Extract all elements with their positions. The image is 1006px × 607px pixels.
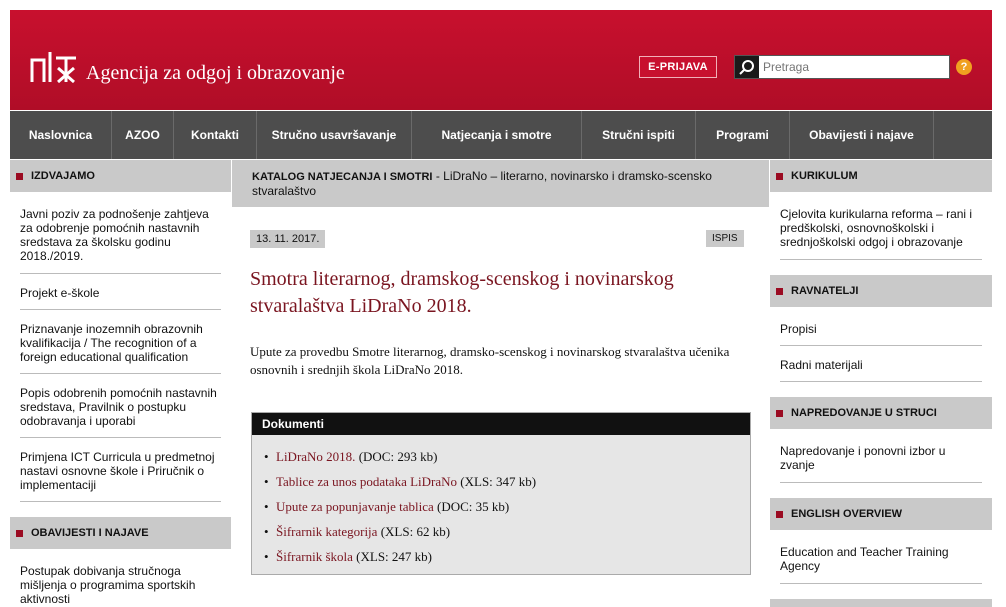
izdvajamo-item[interactable]: Projekt e-škole (20, 274, 221, 310)
document-item: • Šifrarnik kategorija (XLS: 62 kb) (264, 524, 451, 539)
nav-item-azoo[interactable]: AZOO (112, 111, 174, 159)
search-input[interactable] (761, 56, 947, 78)
ravnatelji-item[interactable]: Propisi (780, 307, 982, 346)
documents-title: Dokumenti (252, 413, 750, 435)
nav-item-strucno-usavrsavanje[interactable]: Stručno usavršavanje (257, 111, 412, 159)
square-bullet-icon (16, 529, 23, 537)
english-overview-title: ENGLISH OVERVIEW (791, 508, 903, 520)
right-sidebar: KURIKULUM Cjelovita kurikularna reforma … (770, 160, 992, 607)
agency-logo-icon[interactable] (30, 48, 78, 84)
document-meta: (DOC: 293 kb) (355, 449, 438, 464)
obavijesti-header: OBAVIJESTI I NAJAVE (10, 517, 231, 549)
square-bullet-icon (776, 409, 783, 417)
e-prijava-button[interactable]: E-PRIJAVA (639, 56, 717, 78)
napredovanje-item[interactable]: Napredovanje i ponovni izbor u zvanje (780, 429, 982, 483)
obavijesti-title: OBAVIJESTI I NAJAVE (31, 527, 149, 539)
english-overview-list: Education and Teacher Training Agency (770, 530, 992, 584)
nav-item-kontakti[interactable]: Kontakti (174, 111, 257, 159)
document-link[interactable]: Šifrarnik kategorija (276, 524, 377, 539)
breadcrumb-section[interactable]: KATALOG NATJECANJA I SMOTRI (252, 171, 432, 183)
document-item: • LiDraNo 2018. (DOC: 293 kb) (264, 449, 438, 464)
site-title[interactable]: Agencija za odgoj i obrazovanje (86, 62, 345, 85)
kurikulum-list: Cjelovita kurikularna reforma – rani i p… (770, 192, 992, 260)
kurikulum-item[interactable]: Cjelovita kurikularna reforma – rani i p… (780, 192, 982, 260)
nav-item-naslovnica[interactable]: Naslovnica (10, 111, 112, 159)
napredovanje-header: NAPREDOVANJE U STRUCI (770, 397, 992, 429)
kurikulum-header: KURIKULUM (770, 160, 992, 192)
document-meta: (XLS: 347 kb) (457, 474, 537, 489)
document-meta: (XLS: 247 kb) (352, 549, 432, 564)
document-meta: (XLS: 62 kb) (377, 524, 451, 539)
site-header: Agencija za odgoj i obrazovanje E-PRIJAV… (10, 10, 992, 110)
nav-item-strucni-ispiti[interactable]: Stručni ispiti (582, 111, 696, 159)
obavijesti-item[interactable]: Postupak dobivanja stručnoga mišljenja o… (20, 549, 221, 607)
document-link[interactable]: Tablice za unos podataka LiDraNo (276, 474, 457, 489)
izdvajamo-item[interactable]: Javni poziv za podnošenje zahtjeva za od… (20, 192, 221, 274)
breadcrumb: KATALOG NATJECANJA I SMOTRI - LiDraNo – … (232, 160, 769, 207)
nav-item-natjecanja-i-smotre[interactable]: Natjecanja i smotre (412, 111, 582, 159)
document-item: • Tablice za unos podataka LiDraNo (XLS: … (264, 474, 537, 489)
kurikulum-title: KURIKULUM (791, 170, 858, 182)
square-bullet-icon (776, 287, 783, 295)
izdvajamo-header: IZDVAJAMO (10, 160, 231, 192)
document-item: • Upute za popunjavanje tablica (DOC: 35 … (264, 499, 510, 514)
help-icon[interactable]: ? (956, 59, 972, 75)
date-badge: 13. 11. 2017. (250, 230, 326, 248)
article-title: Smotra literarnog, dramskog-scenskog i n… (250, 268, 674, 317)
document-item: • Šifrarnik škola (XLS: 247 kb) (264, 549, 432, 564)
square-bullet-icon (776, 172, 783, 180)
document-link[interactable]: Upute za popunjavanje tablica (276, 499, 434, 514)
izdvajamo-item[interactable]: Primjena ICT Curricula u predmetnoj nast… (20, 438, 221, 502)
square-bullet-icon (16, 172, 23, 180)
izdvajamo-item[interactable]: Popis odobrenih pomoćnih nastavnih sreds… (20, 374, 221, 438)
left-sidebar: IZDVAJAMO Javni poziv za podnošenje zaht… (10, 160, 231, 607)
print-button[interactable]: ISPIS (706, 230, 744, 247)
ravnatelji-list: Propisi Radni materijali (770, 307, 992, 382)
documents-box: Dokumenti • LiDraNo 2018. (DOC: 293 kb) •… (251, 412, 751, 575)
ravnatelji-title: RAVNATELJI (791, 285, 859, 297)
article-lead: Upute za provedbu Smotre literarnog, dra… (250, 344, 730, 377)
izdvajamo-title: IZDVAJAMO (31, 170, 95, 182)
documents-list: • LiDraNo 2018. (DOC: 293 kb) • Tablice za… (252, 435, 750, 569)
next-section-header (770, 599, 992, 607)
ravnatelji-header: RAVNATELJI (770, 275, 992, 307)
square-bullet-icon (776, 510, 783, 518)
main-content: KATALOG NATJECANJA I SMOTRI - LiDraNo – … (232, 160, 769, 607)
izdvajamo-list: Javni poziv za podnošenje zahtjeva za od… (10, 192, 231, 502)
main-nav: Naslovnica AZOO Kontakti Stručno usavrša… (10, 111, 992, 159)
ravnatelji-item[interactable]: Radni materijali (780, 346, 982, 382)
english-overview-header: ENGLISH OVERVIEW (770, 498, 992, 530)
napredovanje-title: NAPREDOVANJE U STRUCI (791, 407, 937, 419)
english-overview-item[interactable]: Education and Teacher Training Agency (780, 530, 982, 584)
search-icon[interactable] (735, 56, 759, 78)
obavijesti-list: Postupak dobivanja stručnoga mišljenja o… (10, 549, 231, 607)
nav-item-programi[interactable]: Programi (696, 111, 790, 159)
search-box (734, 55, 950, 79)
document-meta: (DOC: 35 kb) (433, 499, 510, 514)
document-link[interactable]: Šifrarnik škola (276, 549, 353, 564)
izdvajamo-item[interactable]: Priznavanje inozemnih obrazovnih kvalifi… (20, 310, 221, 374)
nav-item-obavijesti-i-najave[interactable]: Obavijesti i najave (790, 111, 934, 159)
document-link[interactable]: LiDraNo 2018. (276, 449, 355, 464)
napredovanje-list: Napredovanje i ponovni izbor u zvanje (770, 429, 992, 483)
